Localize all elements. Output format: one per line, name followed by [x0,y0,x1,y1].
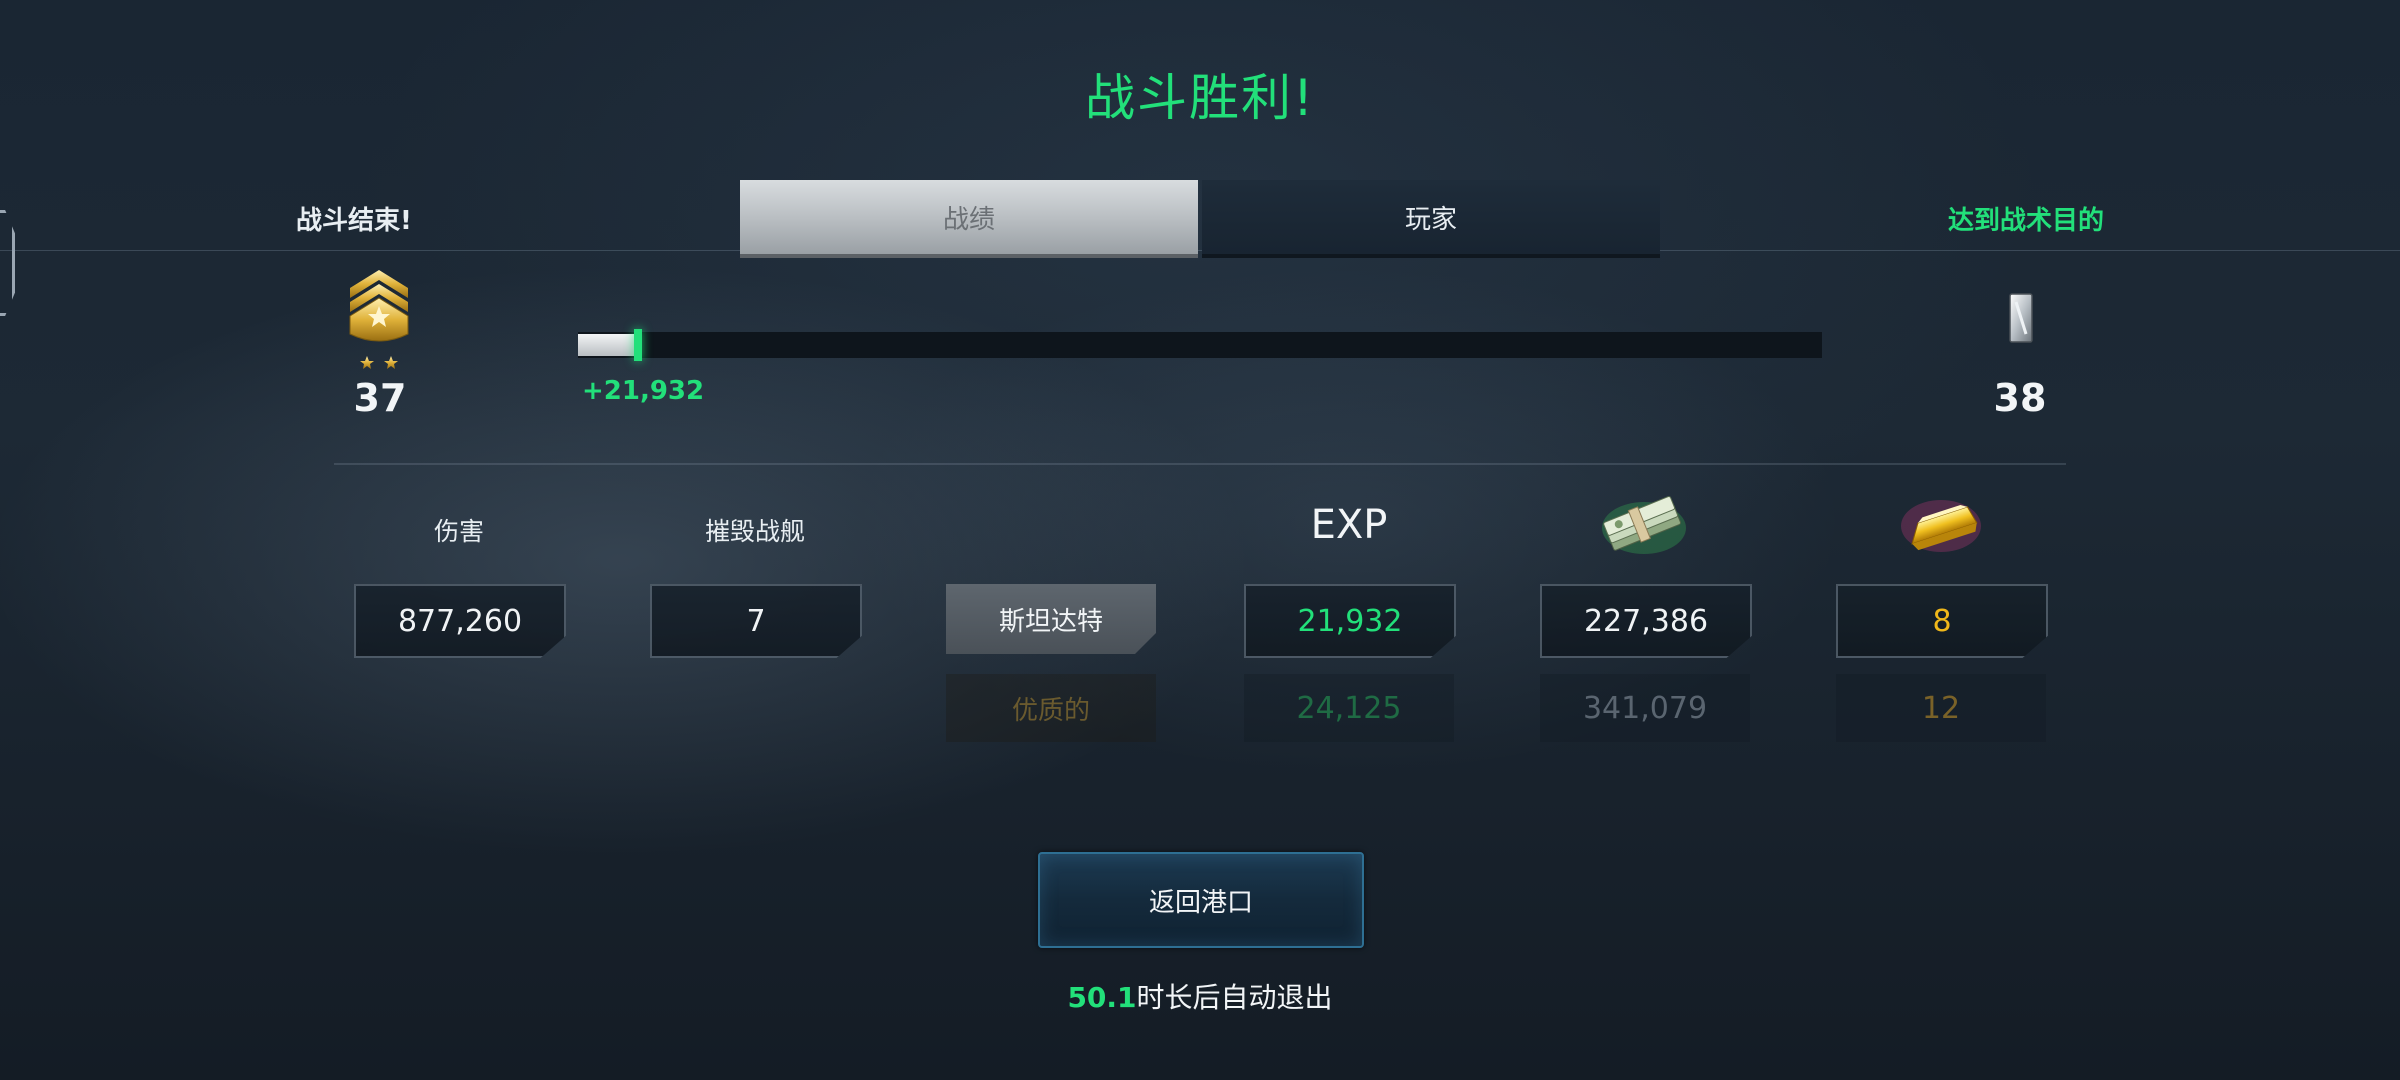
auto-exit-notice: 50.1时长后自动退出 [0,976,2400,1016]
standard-tier-label: 斯坦达特 [946,584,1156,654]
premium-gold-value: 12 [1836,674,2046,742]
gold-bar-icon [1901,500,1981,552]
rank-insignia-icon [349,270,409,369]
rank-progress-track [578,332,1822,358]
battle-over-label: 战斗结束! [296,206,412,236]
tab-battle-record[interactable]: 战绩 [740,180,1198,254]
next-rank-insignia-icon [2009,293,2033,343]
rank-progress-marker [634,329,642,361]
premium-exp-value: 24,125 [1244,674,1454,742]
ships-destroyed-value: 7 [650,584,862,658]
damage-label: 伤害 [433,517,484,546]
victory-title: 战斗胜利! [1084,69,1316,127]
exp-label: EXP [1310,502,1388,548]
stats-divider [334,463,2066,465]
auto-exit-text: 时长后自动退出 [1136,981,1333,1014]
cash-stack-icon [1602,496,1686,554]
current-rank-number: 37 [353,376,407,420]
header-divider [0,250,2400,251]
standard-exp-value: 21,932 [1244,584,1456,658]
objective-achieved-label: 达到战术目的 [1948,206,2105,236]
tab-players[interactable]: 玩家 [1202,180,1660,254]
side-panel-handle[interactable] [0,210,15,316]
rank-progress-fill [578,334,636,356]
next-rank-number: 38 [1993,376,2047,420]
exp-gain-label: +21,932 [582,376,705,406]
ships-destroyed-label: 摧毁战舰 [704,517,805,546]
auto-exit-seconds: 50.1 [1067,981,1137,1014]
standard-gold-value: 8 [1836,584,2048,658]
return-to-port-button[interactable]: 返回港口 [1038,852,1364,948]
premium-tier-label: 优质的 [946,674,1156,742]
damage-value: 877,260 [354,584,566,658]
premium-cash-value: 341,079 [1540,674,1750,742]
standard-cash-value: 227,386 [1540,584,1752,658]
